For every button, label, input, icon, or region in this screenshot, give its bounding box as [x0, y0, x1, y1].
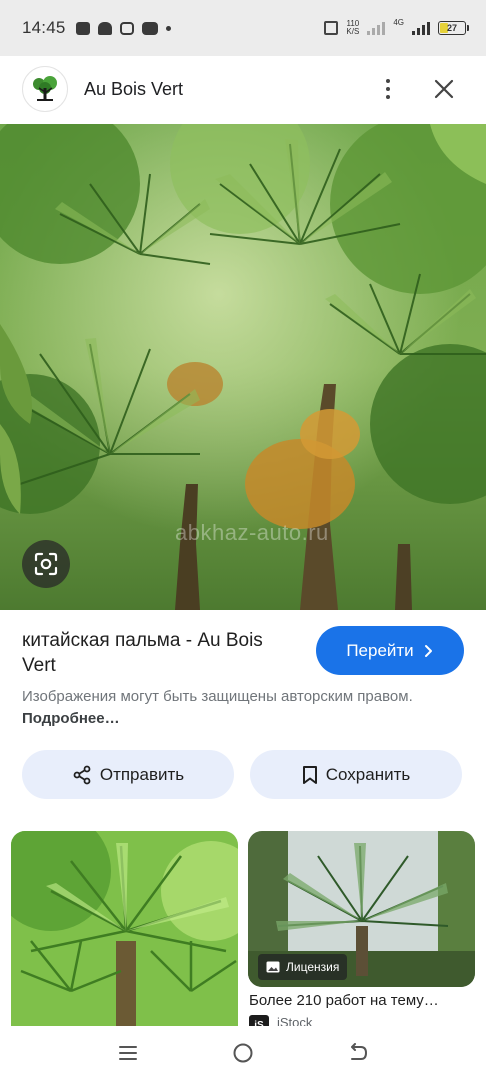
close-button[interactable] [424, 69, 464, 109]
more-vert-icon [386, 79, 390, 83]
more-notifications-dot-icon [165, 25, 171, 31]
related-image-2-source: iS iStock [249, 1015, 475, 1026]
related-image-1[interactable] [11, 831, 238, 1026]
site-name[interactable]: Au Bois Vert [84, 79, 183, 100]
copyright-text: Изображения могут быть защищены авторски… [22, 688, 413, 705]
share-icon [73, 765, 91, 784]
visit-button[interactable]: Перейти [316, 626, 464, 675]
net-speed-unit: K/S [346, 27, 360, 36]
recent-apps-button[interactable] [108, 1033, 148, 1073]
image-icon [266, 961, 280, 973]
network-type: 4G [393, 18, 404, 27]
copyright-notice: Изображения могут быть защищены авторски… [22, 686, 462, 730]
lens-search-button[interactable] [22, 540, 70, 588]
visit-button-label: Перейти [346, 640, 414, 660]
chevron-right-icon [424, 644, 432, 657]
battery-level: 27 [446, 23, 457, 33]
related-image-2[interactable]: Лицензия [248, 831, 475, 987]
battery-icon: 27 [438, 21, 469, 35]
site-logo[interactable] [22, 66, 68, 112]
home-circle-icon [233, 1043, 253, 1063]
car-notification-icon [97, 21, 112, 35]
back-button[interactable] [338, 1033, 378, 1073]
gallery-notification-icon [75, 21, 90, 35]
license-badge: Лицензия [258, 954, 348, 980]
istock-logo: iS [249, 1015, 269, 1026]
nfc-icon [324, 21, 339, 35]
palm-thumbnail-1 [11, 831, 238, 1026]
learn-more-link[interactable]: Подробнее… [22, 710, 120, 727]
signal-1-icon [367, 21, 386, 35]
share-button-label: Отправить [99, 764, 185, 784]
instagram-notification-icon [119, 21, 134, 35]
result-title[interactable]: китайская пальма - Au Bois Vert [22, 628, 292, 678]
google-lens-icon [34, 552, 58, 576]
youtube-notification-icon [141, 21, 158, 35]
notification-icons [75, 21, 171, 35]
bookmark-icon [302, 765, 317, 784]
status-right: 110 K/S 4G 27 [324, 18, 469, 36]
license-badge-label: Лицензия [286, 960, 340, 974]
related-image-2-title[interactable]: Более 210 работ на тему… [249, 992, 475, 1009]
home-button[interactable] [223, 1033, 263, 1073]
share-button[interactable]: Отправить [22, 750, 234, 799]
net-speed: 110 K/S [346, 20, 359, 36]
save-button-label: Сохранить [325, 764, 411, 784]
status-bar: 14:45 110 K/S 4G 27 [0, 0, 486, 56]
back-icon [351, 1043, 368, 1060]
watermark: abkhaz-auto.ru [175, 520, 329, 545]
status-time: 14:45 [22, 18, 66, 37]
more-options-button[interactable] [368, 69, 408, 109]
signal-2-icon [412, 21, 430, 35]
tree-logo-icon [33, 76, 57, 101]
related-image-2-source-name: iStock [277, 1015, 313, 1026]
menu-icon [118, 1046, 137, 1060]
result-header: Au Bois Vert [0, 56, 486, 122]
close-icon [434, 79, 454, 99]
system-nav-bar [0, 1026, 486, 1080]
main-image[interactable]: abkhaz-auto.ru [0, 124, 486, 610]
save-button[interactable]: Сохранить [250, 750, 462, 799]
